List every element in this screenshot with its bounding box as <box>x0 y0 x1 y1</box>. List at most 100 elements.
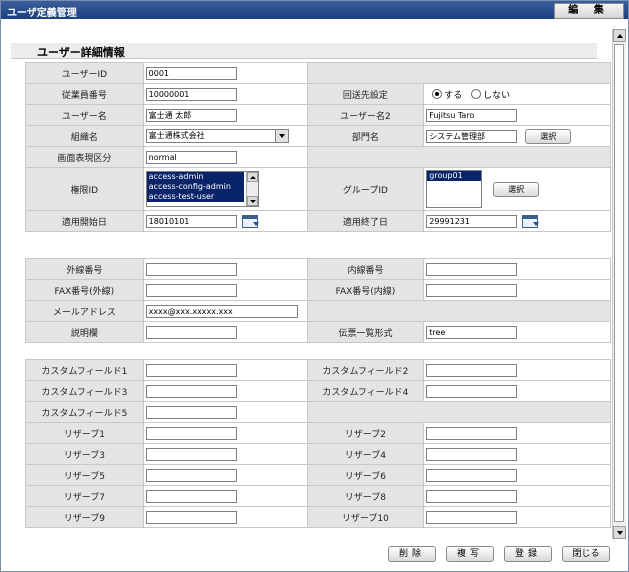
register-button[interactable]: 登録 <box>504 546 552 562</box>
fax-internal-label: FAX番号(内線) <box>306 279 425 301</box>
authority-option[interactable]: access-config-admin <box>146 182 244 192</box>
reserve1-input[interactable] <box>145 426 237 440</box>
email-input[interactable]: xxxx@xxx.xxxxx.xxx <box>145 304 298 318</box>
email-label: メールアドレス <box>25 300 144 322</box>
custom-field1-input[interactable] <box>145 363 237 377</box>
reserve9-label: リザーブ9 <box>25 506 144 528</box>
custom-field3-label: カスタムフィールド3 <box>25 380 144 402</box>
authority-listbox[interactable]: access-admin access-config-admin access-… <box>145 171 259 207</box>
group-option[interactable]: group01 <box>427 171 482 181</box>
listbox-scrollbar[interactable] <box>245 172 258 206</box>
organization-label: 組織名 <box>25 125 144 147</box>
custom-field3-input[interactable] <box>145 384 237 398</box>
reserve7-input[interactable] <box>145 489 237 503</box>
user-name-label: ユーザー名 <box>25 104 144 126</box>
screen-display-label: 画面表現区分 <box>25 146 144 168</box>
window-title: ユーザ定義管理 <box>7 8 77 19</box>
reserve6-label: リザーブ6 <box>306 464 425 486</box>
main-scrollbar[interactable] <box>612 29 626 539</box>
user-name2-input[interactable]: Fujitsu Taro <box>426 108 518 122</box>
reserve10-label: リザーブ10 <box>306 506 425 528</box>
custom-field2-label: カスタムフィールド2 <box>306 359 425 381</box>
user-id-input[interactable]: 0001 <box>145 66 237 80</box>
reserve7-label: リザーブ7 <box>25 485 144 507</box>
reserve10-input[interactable] <box>426 510 518 524</box>
section-header: ユーザー詳細情報 <box>11 43 597 59</box>
calendar-icon[interactable] <box>521 214 540 228</box>
department-select-button[interactable]: 選択 <box>525 128 572 144</box>
slip-list-format-label: 伝票一覧形式 <box>306 321 425 343</box>
contact-table: 外線番号 内線番号 FAX番号(外線) FAX番号(内線) メールアドレス xx… <box>25 258 612 343</box>
custom-field4-input[interactable] <box>426 384 518 398</box>
description-label: 説明欄 <box>25 321 144 343</box>
reserve4-label: リザーブ4 <box>306 443 425 465</box>
description-input[interactable] <box>145 325 237 339</box>
group-select-button[interactable]: 選択 <box>493 181 540 197</box>
reply-yes-radio[interactable] <box>432 89 443 99</box>
reply-setting-label: 回送先設定 <box>306 83 425 105</box>
external-no-input[interactable] <box>145 262 237 276</box>
department-input[interactable]: システム管理部 <box>426 129 518 143</box>
reserve2-label: リザーブ2 <box>306 422 425 444</box>
screen-display-input[interactable]: normal <box>145 150 237 164</box>
user-id-label: ユーザーID <box>25 62 144 84</box>
calendar-icon[interactable] <box>241 214 259 228</box>
scroll-thumb[interactable] <box>614 44 624 522</box>
user-name-input[interactable]: 富士通 太郎 <box>145 108 237 122</box>
scroll-up-icon[interactable] <box>613 29 626 42</box>
authority-option[interactable]: access-admin <box>146 172 244 182</box>
custom-field5-label: カスタムフィールド5 <box>25 401 144 423</box>
organization-select[interactable]: 富士通株式会社 <box>145 129 289 143</box>
reserve2-input[interactable] <box>426 426 518 440</box>
reply-no-label: しない <box>483 90 511 101</box>
reply-no-radio[interactable] <box>471 89 482 99</box>
chevron-down-icon[interactable] <box>274 130 288 142</box>
employee-no-label: 従業員番号 <box>25 83 144 105</box>
authority-option[interactable]: access-test-user <box>146 192 244 202</box>
scroll-up-icon[interactable] <box>246 172 258 182</box>
user-definition-window: ユーザ定義管理 編 集 ユーザー詳細情報 ユーザーID 0001 従業員番号 1… <box>0 0 629 572</box>
reserve8-label: リザーブ8 <box>306 485 425 507</box>
custom-field2-input[interactable] <box>426 363 518 377</box>
reserve6-input[interactable] <box>426 468 518 482</box>
custom-fields-table: カスタムフィールド1 カスタムフィールド2 カスタムフィールド3 カスタムフィー… <box>25 359 612 528</box>
fax-external-label: FAX番号(外線) <box>25 279 144 301</box>
custom-field5-input[interactable] <box>145 405 237 419</box>
reserve8-input[interactable] <box>426 489 518 503</box>
section-title: ユーザー詳細情報 <box>37 46 125 59</box>
authority-label: 権限ID <box>25 167 144 211</box>
start-date-label: 適用開始日 <box>25 210 144 232</box>
slip-list-format-input[interactable]: tree <box>426 325 518 339</box>
reserve5-input[interactable] <box>145 468 237 482</box>
reserve1-label: リザーブ1 <box>25 422 144 444</box>
delete-button[interactable]: 削除 <box>388 546 436 562</box>
fax-external-input[interactable] <box>145 283 237 297</box>
footer-toolbar: 削除 複写 登録 閉じる <box>1 541 628 571</box>
group-label: グループID <box>306 167 425 211</box>
custom-field4-label: カスタムフィールド4 <box>306 380 425 402</box>
start-date-input[interactable]: 18010101 <box>145 214 237 228</box>
reserve4-input[interactable] <box>426 447 518 461</box>
scroll-down-icon[interactable] <box>246 196 258 206</box>
scroll-down-icon[interactable] <box>613 526 626 539</box>
reserve3-input[interactable] <box>145 447 237 461</box>
end-date-input[interactable]: 29991231 <box>426 214 518 228</box>
employee-no-input[interactable]: 10000001 <box>145 87 237 101</box>
reserve3-label: リザーブ3 <box>25 443 144 465</box>
department-label: 部門名 <box>306 125 425 147</box>
internal-no-label: 内線番号 <box>306 258 425 280</box>
fax-internal-input[interactable] <box>426 283 518 297</box>
close-button[interactable]: 閉じる <box>562 546 610 562</box>
organization-value: 富士通株式会社 <box>148 131 205 140</box>
custom-field1-label: カスタムフィールド1 <box>25 359 144 381</box>
reply-yes-label: する <box>444 90 463 101</box>
group-listbox[interactable]: group01 <box>426 170 483 208</box>
reserve9-input[interactable] <box>145 510 237 524</box>
external-no-label: 外線番号 <box>25 258 144 280</box>
copy-button[interactable]: 複写 <box>446 546 494 562</box>
edit-mode-badge: 編 集 <box>554 3 624 19</box>
user-details-table: ユーザーID 0001 従業員番号 10000001 回送先設定 する しない … <box>25 62 612 232</box>
internal-no-input[interactable] <box>426 262 518 276</box>
end-date-label: 適用終了日 <box>306 210 425 232</box>
reserve5-label: リザーブ5 <box>25 464 144 486</box>
